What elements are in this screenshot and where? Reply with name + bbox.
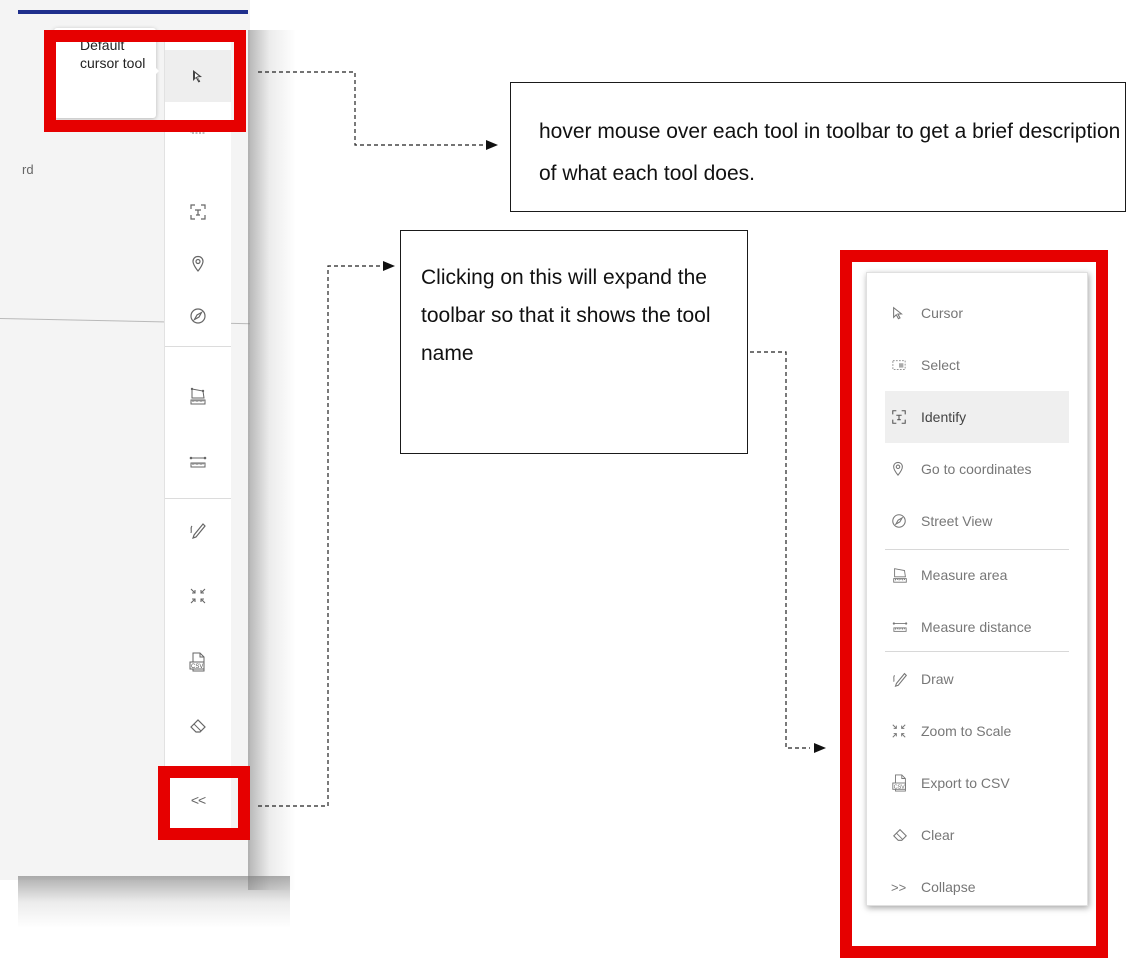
expanded-tool-clear[interactable]: Clear — [885, 809, 1069, 861]
tool-label: Zoom to Scale — [921, 723, 1012, 739]
expanded-tool-street-view[interactable]: Street View — [885, 495, 1069, 547]
expanded-tool-export-csv[interactable]: CSV Export to CSV — [885, 757, 1069, 809]
select-icon — [891, 358, 921, 372]
tool-label: Clear — [921, 827, 955, 843]
location-pin-icon — [891, 461, 921, 477]
identify-icon — [891, 409, 921, 425]
tool-label: Select — [921, 357, 960, 373]
measure-area-icon — [891, 566, 921, 584]
tool-label: Go to coordinates — [921, 461, 1032, 477]
tool-label: Cursor — [921, 305, 964, 321]
expanded-tool-measure-area[interactable]: Measure area — [885, 549, 1069, 601]
tool-label: Draw — [921, 671, 954, 687]
hover-description-callout: hover mouse over each tool in toolbar to… — [510, 82, 1126, 212]
expanded-tool-collapse[interactable]: >> Collapse — [885, 861, 1069, 913]
expanded-toolbar-panel: Cursor Select Identify Go to coordinates… — [866, 272, 1088, 906]
compass-icon — [891, 513, 921, 529]
zoom-to-scale-icon — [891, 723, 921, 739]
expanded-tool-select[interactable]: Select — [885, 339, 1069, 391]
expanded-tool-go-to-coordinates[interactable]: Go to coordinates — [885, 443, 1069, 495]
tool-label: Identify — [921, 409, 967, 425]
expanded-tool-zoom-to-scale[interactable]: Zoom to Scale — [885, 705, 1069, 757]
measure-distance-icon — [891, 620, 921, 634]
expand-chevrons-icon: >> — [891, 879, 907, 895]
expanded-tool-identify[interactable]: Identify — [885, 391, 1069, 443]
expand-toolbar-callout: Clicking on this will expand the toolbar… — [400, 230, 748, 454]
expanded-tool-draw[interactable]: Draw — [885, 653, 1069, 705]
panel-divider — [885, 651, 1069, 652]
tool-label: Collapse — [921, 879, 976, 895]
clear-eraser-icon — [891, 827, 921, 843]
export-csv-icon: CSV — [891, 773, 921, 793]
tool-label: Export to CSV — [921, 775, 1010, 791]
expanded-tool-measure-distance[interactable]: Measure distance — [885, 601, 1069, 653]
tool-label: Street View — [921, 513, 993, 529]
tool-label: Measure area — [921, 567, 1008, 583]
cursor-icon — [891, 306, 921, 320]
expanded-tool-cursor[interactable]: Cursor — [885, 287, 1069, 339]
draw-icon — [891, 670, 921, 688]
tool-label: Measure distance — [921, 619, 1032, 635]
svg-text:CSV: CSV — [894, 784, 905, 790]
